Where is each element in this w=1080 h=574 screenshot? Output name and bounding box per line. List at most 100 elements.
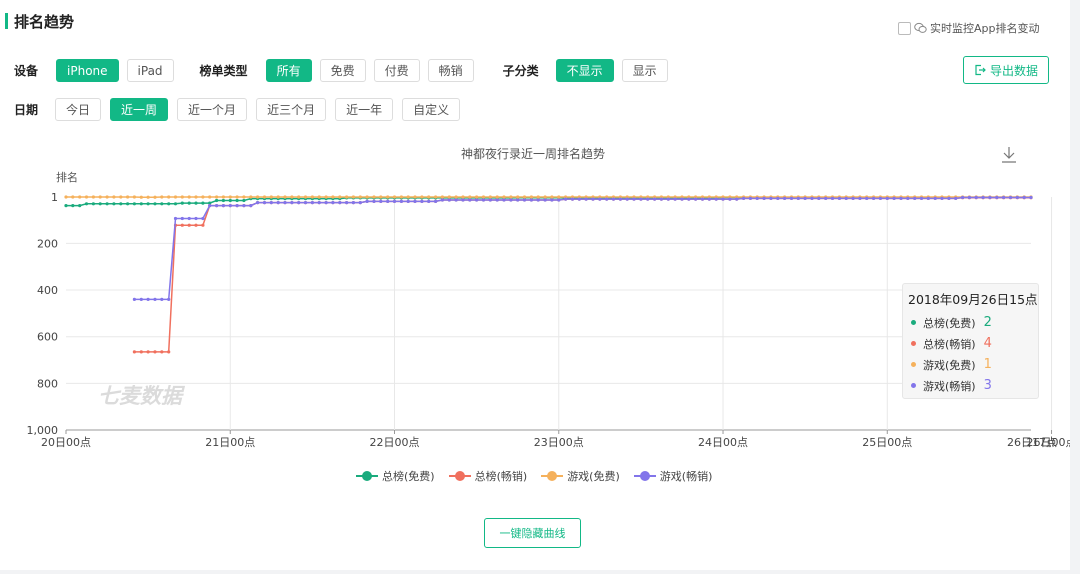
data-point — [146, 350, 150, 354]
y-tick-label: 800 — [37, 377, 58, 390]
date-option-4[interactable]: 近一年 — [335, 98, 394, 121]
data-point — [824, 196, 828, 200]
data-point — [564, 197, 568, 201]
list-type-option-0[interactable]: 所有 — [265, 59, 312, 82]
subcat-label: 子分类 — [502, 64, 539, 78]
tooltip-dot — [911, 383, 916, 388]
data-point — [269, 201, 273, 205]
data-point — [550, 198, 554, 202]
data-point — [269, 195, 273, 199]
data-point — [1002, 195, 1006, 200]
download-icon — [1002, 147, 1016, 163]
legend-item[interactable]: 总榜(免费) — [356, 468, 435, 484]
data-point — [995, 195, 999, 200]
data-point — [242, 204, 246, 208]
data-point — [201, 201, 205, 205]
data-point — [167, 350, 171, 354]
list-type-option-3[interactable]: 畅销 — [427, 59, 474, 82]
data-point — [262, 201, 267, 205]
chart-legend: 总榜(免费) 总榜(畅销) 游戏(免费) 游戏(畅销) — [356, 468, 712, 484]
series-line — [134, 196, 1031, 301]
data-point — [221, 204, 225, 208]
data-point — [488, 195, 492, 199]
tooltip-row: 总榜(畅销) 4 — [908, 333, 1033, 354]
data-point — [468, 198, 472, 202]
data-point — [851, 196, 855, 200]
data-point — [543, 195, 547, 199]
tooltip-dot — [911, 341, 916, 346]
date-option-2[interactable]: 近一个月 — [177, 98, 248, 121]
monitor-toggle[interactable]: 实时监控App排名变动 — [898, 20, 1040, 36]
data-point — [666, 197, 670, 201]
date-option-5[interactable]: 自定义 — [402, 98, 461, 121]
device-option-0[interactable]: iPhone — [56, 59, 119, 82]
data-point — [495, 198, 499, 202]
device-option-1[interactable]: iPad — [126, 59, 174, 82]
data-point — [427, 195, 431, 199]
data-point — [187, 216, 191, 221]
list-type-options: 所有 免费 付费 畅销 — [265, 59, 474, 82]
legend-item[interactable]: 游戏(免费) — [541, 468, 620, 484]
data-point — [961, 195, 965, 200]
data-point — [372, 195, 376, 199]
data-point — [187, 195, 191, 199]
date-option-3[interactable]: 近三个月 — [256, 98, 327, 121]
watermark: 七麦数据 — [98, 384, 186, 408]
data-point — [228, 195, 232, 199]
data-point — [112, 195, 116, 199]
data-point — [632, 197, 636, 201]
legend-item[interactable]: 总榜(畅销) — [448, 468, 528, 484]
date-option-0[interactable]: 今日 — [55, 98, 102, 121]
data-point — [126, 195, 130, 199]
legend-item[interactable]: 游戏(畅销) — [633, 468, 713, 484]
data-point — [1015, 195, 1019, 200]
data-point — [605, 197, 609, 201]
x-end-label: 26日17点 — [1007, 436, 1057, 449]
data-point — [119, 195, 123, 199]
data-point — [194, 223, 198, 227]
data-point — [413, 195, 417, 199]
legend-label: 游戏(畅销) — [659, 470, 713, 483]
data-point — [358, 195, 362, 199]
tooltip-dot — [911, 320, 916, 325]
subcat-option-0[interactable]: 不显示 — [555, 59, 614, 82]
data-point — [529, 198, 534, 202]
list-type-option-1[interactable]: 免费 — [319, 59, 366, 82]
date-option-1[interactable]: 近一周 — [110, 98, 169, 121]
data-point — [906, 196, 910, 200]
data-point — [139, 195, 143, 199]
data-point — [235, 204, 239, 208]
data-point — [235, 195, 239, 199]
subcat-options: 不显示 显示 — [555, 59, 668, 82]
data-point — [454, 195, 458, 199]
monitor-checkbox[interactable] — [898, 21, 911, 35]
data-point — [249, 204, 253, 208]
tooltip-series-name: 游戏(免费) — [923, 358, 976, 372]
data-point — [933, 196, 937, 200]
list-type-option-2[interactable]: 付费 — [373, 59, 420, 82]
data-point — [536, 198, 540, 202]
list-type-label: 榜单类型 — [199, 64, 248, 78]
ranking-trend-panel: 排名趋势 实时监控App排名变动 设备 iPhone iPad 榜单类型 所有 免费… — [0, 0, 1070, 570]
y-tick-label: 200 — [37, 237, 58, 250]
data-point — [105, 195, 109, 199]
data-point — [105, 202, 109, 206]
data-point — [810, 196, 814, 200]
data-point — [926, 196, 930, 200]
legend-label: 总榜(畅销) — [474, 470, 528, 483]
data-point — [303, 195, 308, 199]
hide-lines-label: 一键隐藏曲线 — [499, 527, 566, 540]
data-point — [392, 199, 397, 203]
subcat-option-1[interactable]: 显示 — [621, 59, 668, 82]
tooltip-series-value: 3 — [983, 378, 992, 393]
y-tick-label: 600 — [37, 331, 58, 344]
legend-marker — [633, 471, 656, 481]
export-button[interactable]: 导出数据 — [963, 56, 1049, 84]
data-point — [194, 216, 198, 221]
hide-lines-button[interactable]: 一键隐藏曲线 — [484, 518, 581, 548]
data-point — [940, 196, 944, 200]
data-point — [646, 197, 650, 201]
data-point — [817, 196, 821, 200]
data-point — [153, 297, 157, 301]
data-point — [509, 198, 513, 202]
